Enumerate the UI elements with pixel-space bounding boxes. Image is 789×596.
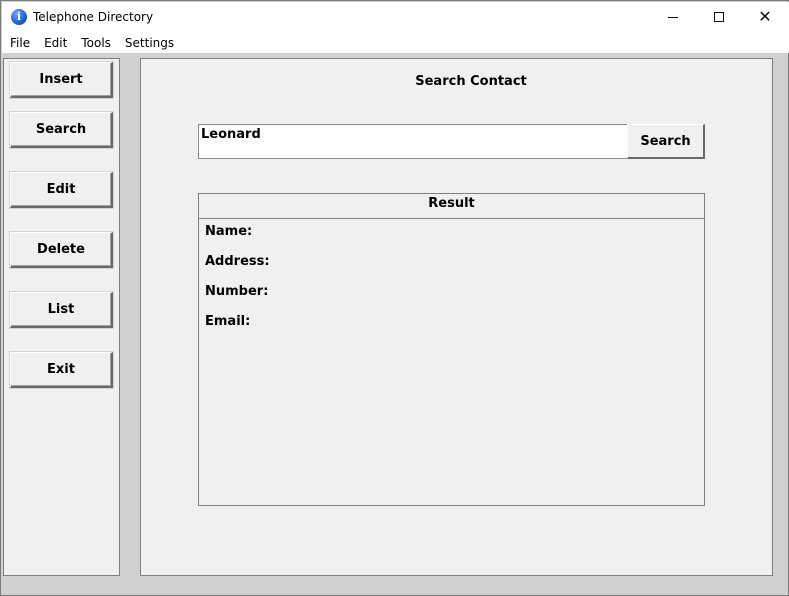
- email-label: Email:: [205, 314, 251, 329]
- menu-settings[interactable]: Settings: [125, 36, 174, 50]
- app-window: i Telephone Directory ✕ File Edit Tools …: [0, 0, 789, 596]
- delete-button[interactable]: Delete: [10, 232, 113, 268]
- page-title: Search Contact: [415, 74, 527, 89]
- search-input[interactable]: Leonard: [198, 124, 628, 159]
- main-panel: Search Contact Leonard Search Result Nam…: [140, 58, 773, 576]
- minimize-icon: [668, 16, 678, 18]
- minimize-button[interactable]: [650, 2, 696, 32]
- number-label: Number:: [205, 284, 269, 299]
- result-header: Result: [199, 194, 704, 219]
- address-label: Address:: [205, 254, 270, 269]
- close-button[interactable]: ✕: [742, 2, 788, 32]
- sidebar: Insert Search Edit Delete List Exit: [3, 58, 120, 576]
- search-nav-button[interactable]: Search: [10, 112, 113, 148]
- menu-bar: File Edit Tools Settings: [2, 32, 789, 53]
- maximize-button[interactable]: [696, 2, 742, 32]
- menu-file[interactable]: File: [10, 36, 30, 50]
- window-title: Telephone Directory: [33, 10, 154, 24]
- info-icon: i: [11, 9, 27, 25]
- exit-button[interactable]: Exit: [10, 352, 113, 388]
- insert-button[interactable]: Insert: [10, 62, 113, 98]
- close-icon: ✕: [758, 7, 772, 26]
- list-button[interactable]: List: [10, 292, 113, 328]
- menu-edit[interactable]: Edit: [44, 36, 67, 50]
- menu-tools[interactable]: Tools: [81, 36, 111, 50]
- title-bar[interactable]: i Telephone Directory ✕: [2, 2, 789, 32]
- name-label: Name:: [205, 224, 253, 239]
- search-button[interactable]: Search: [627, 124, 705, 159]
- result-panel: Result Name: Address: Number: Email:: [198, 193, 705, 506]
- edit-button[interactable]: Edit: [10, 172, 113, 208]
- maximize-icon: [714, 12, 724, 22]
